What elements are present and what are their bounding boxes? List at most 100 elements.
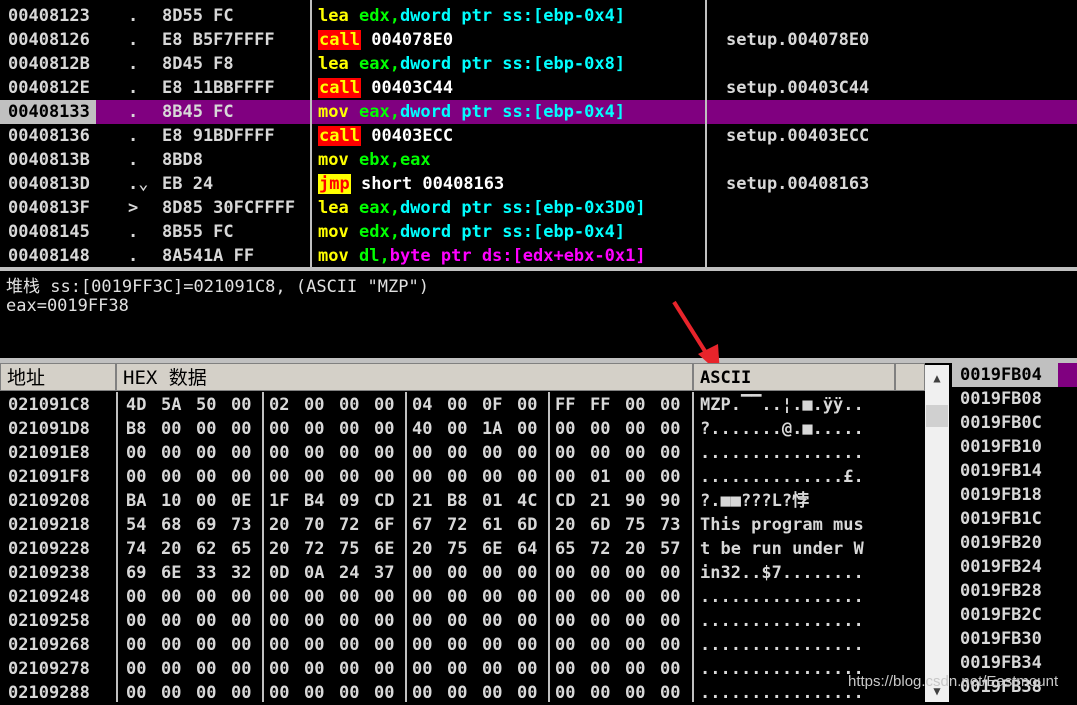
- dump-hex-byte: 57: [660, 539, 681, 559]
- dump-hex-byte: 6E: [161, 563, 182, 583]
- stack-address[interactable]: 0019FB04: [952, 363, 1058, 387]
- stack-address[interactable]: 0019FB2C: [960, 603, 1042, 627]
- disasm-row[interactable]: 00408148. 8A541A FF mov dl,byte ptr ds:[ed…: [0, 244, 1077, 268]
- stack-address[interactable]: 0019FB34: [960, 651, 1042, 675]
- stack-address[interactable]: 0019FB30: [960, 627, 1042, 651]
- disasm-space: [361, 126, 371, 146]
- disasm-space: [349, 222, 359, 242]
- stack-address[interactable]: 0019FB14: [960, 459, 1042, 483]
- dump-hex-byte: 00: [517, 563, 538, 583]
- stack-address[interactable]: 0019FB18: [960, 483, 1042, 507]
- stack-address[interactable]: 0019FB20: [960, 531, 1042, 555]
- dump-hex-byte: 00: [660, 563, 681, 583]
- stack-address[interactable]: 0019FB08: [960, 387, 1042, 411]
- dump-hex-byte: 00: [269, 587, 290, 607]
- dump-hex-byte: B8: [126, 419, 147, 439]
- disasm-marker: .: [128, 30, 139, 50]
- disasm-marker: .: [128, 6, 139, 26]
- disasm-row[interactable]: 00408145. 8B55 FC mov edx,dword ptr ss:[eb…: [0, 220, 1077, 244]
- disasm-column-divider-comment: [705, 0, 707, 268]
- dump-hex-byte: 00: [412, 659, 433, 679]
- dump-hex-byte: 54: [126, 515, 147, 535]
- disasm-row[interactable]: 00408133. 8B45 FC mov eax,dword ptr ss:[eb…: [0, 100, 1077, 124]
- disasm-row[interactable]: 0040812E. E8 11BBFFFF call 00403C44 setup.0…: [0, 76, 1077, 100]
- disasm-marker: .: [128, 126, 139, 146]
- dump-hex-byte: 00: [555, 659, 576, 679]
- dump-hex-byte: 00: [590, 587, 611, 607]
- dump-hex-byte: 00: [196, 443, 217, 463]
- dump-hex-byte: 00: [161, 611, 182, 631]
- disasm-marker: .: [128, 78, 139, 98]
- dump-ascii: ................: [700, 443, 864, 463]
- dump-hex-byte: 00: [304, 395, 325, 415]
- dump-hex-byte: 40: [412, 419, 433, 439]
- dump-hex-byte: 65: [555, 539, 576, 559]
- disasm-operand: dword ptr ss:[ebp-0x4]: [399, 222, 626, 242]
- dump-divider-ascii: [692, 392, 694, 702]
- dump-ascii: MZP.▔▔..¦.■.ÿÿ..: [700, 395, 864, 415]
- dump-hex-byte: 00: [590, 635, 611, 655]
- dump-hex-byte: 00: [304, 587, 325, 607]
- disasm-row[interactable]: 00408136. E8 91BDFFFF call 00403ECC setup.0…: [0, 124, 1077, 148]
- dump-hex-byte: 00: [590, 419, 611, 439]
- dump-hex-byte: 00: [447, 587, 468, 607]
- dump-hex-byte: B4: [304, 491, 325, 511]
- dump-hex-byte: 00: [374, 443, 395, 463]
- dump-hex-byte: 00: [231, 611, 252, 631]
- dump-header-ascii[interactable]: ASCII: [693, 363, 895, 391]
- dump-header-hex[interactable]: HEX 数据: [116, 363, 693, 391]
- dump-hex-byte: 69: [196, 515, 217, 535]
- disasm-row[interactable]: 0040813B. 8BD8 mov ebx,eax: [0, 148, 1077, 172]
- dump-hex-byte: 00: [231, 635, 252, 655]
- dump-hex-byte: 4D: [126, 395, 147, 415]
- dump-ascii: ?.■■???L?悖: [700, 491, 810, 511]
- dump-ascii: in32..$7........: [700, 563, 864, 583]
- dump-hex-byte: 01: [590, 467, 611, 487]
- dump-hex-byte: 00: [374, 395, 395, 415]
- disasm-row[interactable]: 0040813D .⌄ EB 24 jmp short 00408163 setup.0…: [0, 172, 1077, 196]
- dump-hex-byte: 6E: [374, 539, 395, 559]
- dump-hex-byte: 00: [555, 635, 576, 655]
- dump-hex-byte: 20: [625, 539, 646, 559]
- dump-hex-byte: 00: [339, 659, 360, 679]
- dump-hex-byte: CD: [374, 491, 395, 511]
- dump-hex-byte: 00: [590, 563, 611, 583]
- stack-address[interactable]: 0019FB0C: [960, 411, 1042, 435]
- disasm-marker: .: [128, 150, 139, 170]
- disasm-row[interactable]: 0040813F >8D85 30FCFFFF lea eax,dword ptr …: [0, 196, 1077, 220]
- stack-address[interactable]: 0019FB10: [960, 435, 1042, 459]
- dump-hex-byte: 00: [555, 443, 576, 463]
- scroll-up-icon[interactable]: ▲: [926, 367, 948, 389]
- dump-hex-byte: 00: [555, 611, 576, 631]
- dump-hex-byte: 00: [161, 635, 182, 655]
- dump-hex-byte: 00: [517, 419, 538, 439]
- stack-address[interactable]: 0019FB28: [960, 579, 1042, 603]
- dump-hex-byte: 00: [590, 659, 611, 679]
- dump-hex-byte: 0D: [269, 563, 290, 583]
- stack-address[interactable]: 0019FB24: [960, 555, 1042, 579]
- disasm-row[interactable]: 00408126. E8 B5F7FFFF call 004078E0 setup.0…: [0, 28, 1077, 52]
- scrollbar-thumb[interactable]: [926, 405, 948, 427]
- stack-address[interactable]: 0019FB1C: [960, 507, 1042, 531]
- dump-hex-byte: 00: [482, 635, 503, 655]
- dump-hex-byte: 1F: [269, 491, 290, 511]
- disassembly-pane[interactable]: 00408123. 8D55 FC lea edx,dword ptr ss:[eb…: [0, 0, 1077, 268]
- disasm-marker: .: [128, 246, 139, 266]
- dump-header-address[interactable]: 地址: [0, 363, 116, 391]
- disasm-row[interactable]: 0040812B. 8D45 F8 lea eax,dword ptr ss:[eb…: [0, 52, 1077, 76]
- dump-hex-byte: 00: [339, 635, 360, 655]
- dump-hex-byte: 00: [161, 587, 182, 607]
- disasm-row[interactable]: 00408123. 8D55 FC lea edx,dword ptr ss:[eb…: [0, 4, 1077, 28]
- dump-hex-byte: 01: [482, 491, 503, 511]
- dump-hex-byte: 00: [126, 587, 147, 607]
- disasm-operand: byte ptr ds:[edx+ebx-0x1]: [389, 246, 646, 266]
- dump-hex-byte: 00: [231, 467, 252, 487]
- dump-hex-byte: 00: [269, 683, 290, 703]
- dump-hex-byte: 73: [231, 515, 252, 535]
- disasm-mnemonic: mov: [318, 246, 349, 266]
- dump-address: 02109228: [8, 539, 90, 559]
- dump-address: 02109208: [8, 491, 90, 511]
- dump-hex-byte: 0F: [482, 395, 503, 415]
- dump-hex-byte: 24: [339, 563, 360, 583]
- dump-hex-byte: 00: [161, 683, 182, 703]
